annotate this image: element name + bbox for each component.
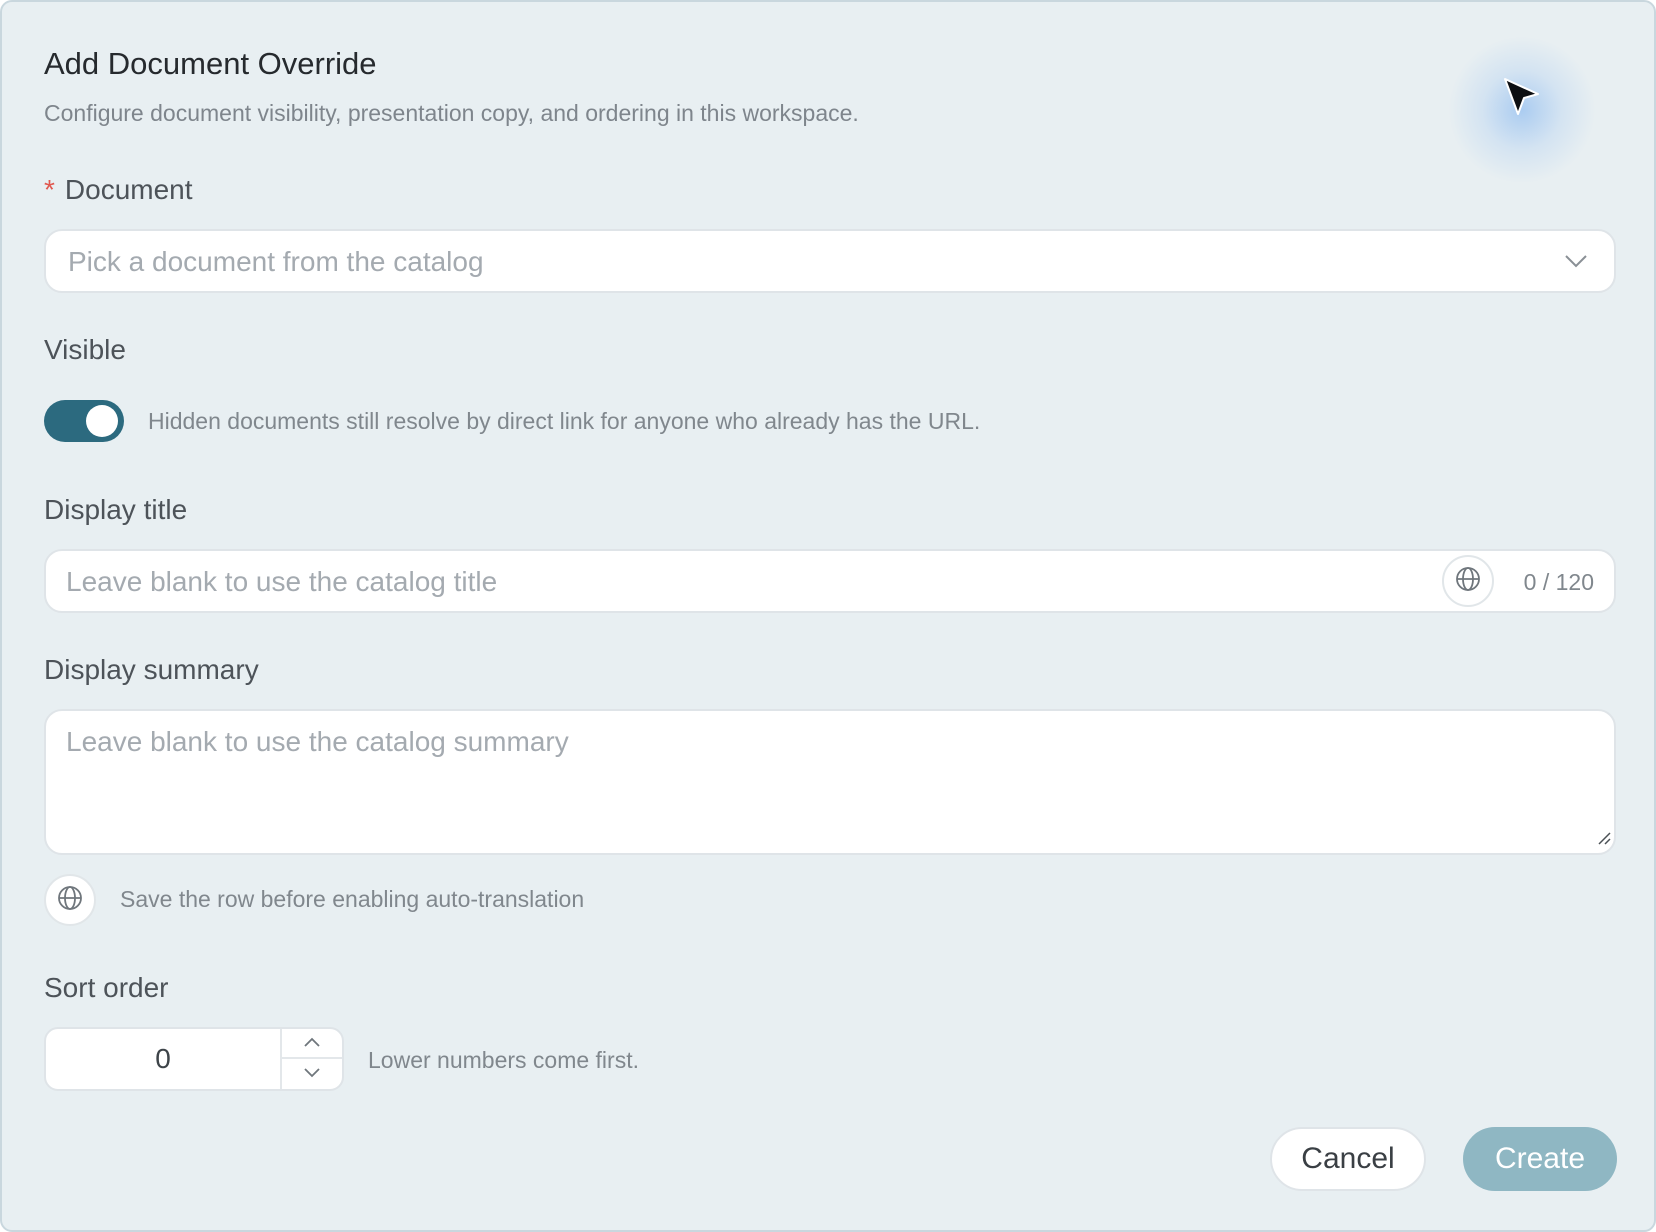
auto-translate-hint: Save the row before enabling auto-transl… xyxy=(120,886,585,912)
chevron-up-icon xyxy=(303,1034,321,1052)
display-title-input[interactable]: Leave blank to use the catalog title 0 /… xyxy=(44,549,1616,613)
sort-order-value[interactable]: 0 xyxy=(46,1029,280,1089)
chevron-down-icon xyxy=(303,1065,321,1083)
toggle-knob xyxy=(86,405,118,437)
sort-order-hint: Lower numbers come first. xyxy=(368,1047,639,1073)
globe-icon xyxy=(57,885,83,916)
create-button[interactable]: Create xyxy=(1463,1127,1617,1191)
character-counter: 0 / 120 xyxy=(1523,569,1594,595)
stepper-buttons xyxy=(280,1029,342,1089)
chevron-down-icon xyxy=(1564,253,1588,274)
display-summary-textarea[interactable]: Leave blank to use the catalog summary xyxy=(44,709,1616,855)
dialog-subtitle: Configure document visibility, presentat… xyxy=(44,100,859,126)
visible-toggle[interactable] xyxy=(44,400,124,442)
required-marker: * xyxy=(44,174,55,205)
display-summary-placeholder: Leave blank to use the catalog summary xyxy=(66,726,569,757)
display-title-label: Display title xyxy=(44,494,188,525)
dialog-title: Add Document Override xyxy=(44,46,377,81)
cancel-button[interactable]: Cancel xyxy=(1270,1127,1426,1191)
auto-translate-button[interactable] xyxy=(44,874,96,926)
display-summary-label: Display summary xyxy=(44,654,259,685)
resize-handle-icon[interactable] xyxy=(1597,831,1611,850)
document-select[interactable]: Pick a document from the catalog xyxy=(44,229,1616,293)
visible-hint: Hidden documents still resolve by direct… xyxy=(148,408,981,434)
add-document-override-dialog: Add Document Override Configure document… xyxy=(0,0,1656,1232)
document-label-text: Document xyxy=(64,174,193,205)
display-title-placeholder: Leave blank to use the catalog title xyxy=(66,566,498,597)
increment-button[interactable] xyxy=(282,1029,342,1059)
decrement-button[interactable] xyxy=(282,1059,342,1089)
globe-icon xyxy=(1455,566,1481,597)
translate-title-button[interactable] xyxy=(1442,555,1494,607)
visible-label: Visible xyxy=(44,334,126,365)
document-label: * Document xyxy=(44,174,193,206)
mouse-cursor-icon xyxy=(1502,76,1542,125)
sort-order-label: Sort order xyxy=(44,972,169,1003)
document-select-placeholder: Pick a document from the catalog xyxy=(68,246,484,277)
sort-order-stepper[interactable]: 0 xyxy=(44,1027,344,1091)
